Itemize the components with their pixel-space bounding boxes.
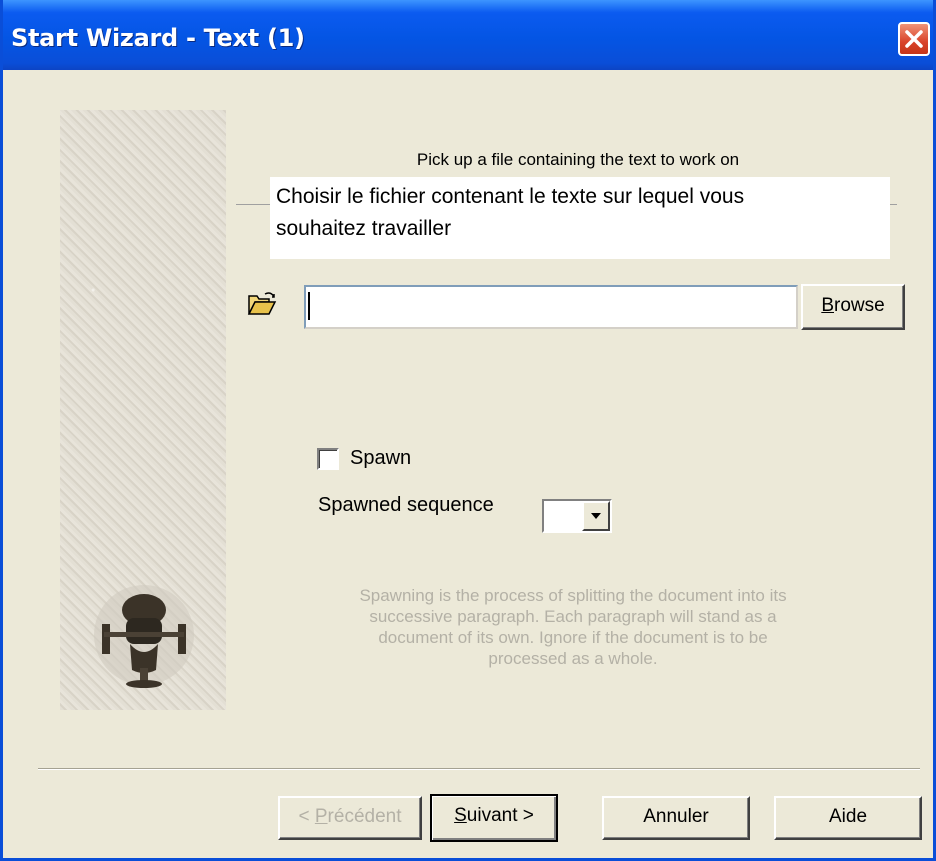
separator-left: [236, 204, 272, 205]
file-path-input[interactable]: [304, 285, 798, 329]
instruction-french-box: Choisir le fichier contenant le texte su…: [270, 177, 890, 259]
portrait-image: [94, 585, 194, 688]
instruction-french-line1: Choisir le fichier contenant le texte su…: [276, 185, 745, 208]
window-title: Start Wizard - Text (1): [11, 24, 305, 52]
instruction-english: Pick up a file containing the text to wo…: [416, 150, 740, 169]
text-caret: [308, 292, 310, 320]
close-button[interactable]: [898, 22, 930, 56]
previous-button[interactable]: < Précédent: [278, 796, 422, 840]
side-panel-image: [60, 110, 226, 710]
spawn-help-line: Spawning is the process of splitting the…: [359, 586, 787, 605]
previous-label: récédent: [327, 806, 402, 827]
browse-label: rowse: [834, 295, 885, 316]
spawn-help-line: processed as a whole.: [488, 649, 658, 668]
title-bar[interactable]: Start Wizard - Text (1): [3, 0, 933, 70]
wizard-window: Start Wizard - Text (1) Pick up a file c…: [0, 0, 936, 861]
help-button[interactable]: Aide: [774, 796, 922, 840]
browse-mnemonic: B: [821, 295, 834, 316]
next-button[interactable]: Suivant >: [430, 794, 558, 842]
next-label: uivant >: [466, 805, 534, 826]
folder-open-icon[interactable]: [247, 290, 277, 316]
previous-mnemonic: P: [314, 806, 328, 827]
close-icon: [905, 30, 923, 48]
spawned-sequence-label: Spawned sequence: [318, 494, 494, 516]
spawn-checkbox-label[interactable]: Spawn: [350, 447, 411, 470]
spawned-sequence-select[interactable]: [542, 499, 612, 533]
dropdown-arrow-icon: [591, 513, 601, 519]
separator-right: [889, 204, 897, 205]
browse-button[interactable]: Browse: [801, 284, 905, 330]
spawn-help-line: successive paragraph. Each paragraph wil…: [369, 607, 777, 626]
spawn-help-line: document of its own. Ignore if the docum…: [378, 628, 768, 647]
dropdown-button[interactable]: [582, 501, 610, 531]
cancel-button[interactable]: Annuler: [602, 796, 750, 840]
instruction-french-line2: souhaitez travailler: [276, 217, 452, 240]
spawn-help-text: Spawning is the process of splitting the…: [293, 585, 853, 669]
spawn-checkbox[interactable]: [317, 448, 339, 470]
next-mnemonic: S: [454, 805, 467, 826]
